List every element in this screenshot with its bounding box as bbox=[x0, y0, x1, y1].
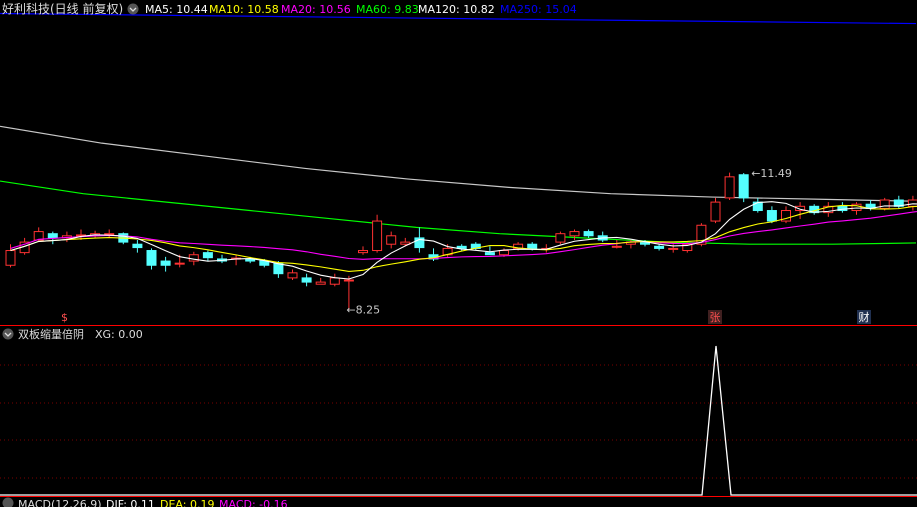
candle-body bbox=[287, 272, 298, 279]
candle-body bbox=[47, 233, 58, 239]
candle-body bbox=[372, 220, 383, 252]
event-cai-label: 财 bbox=[859, 310, 870, 324]
candle-body bbox=[499, 250, 509, 256]
candle-body bbox=[104, 233, 115, 236]
indicator-value: XG: 0.00 bbox=[95, 328, 143, 341]
ma120-line bbox=[0, 125, 917, 202]
candle-body bbox=[611, 245, 622, 248]
candle-body bbox=[766, 210, 777, 222]
ma-legend-4: MA120: 10.82 bbox=[418, 3, 495, 16]
stock-title: 好利科技(日线 前复权) bbox=[2, 1, 123, 16]
candle-body bbox=[710, 201, 721, 222]
indicator-dropdown-icon[interactable] bbox=[2, 328, 14, 340]
ma-legend-0: MA5: 10.44 bbox=[145, 3, 208, 16]
candle-body bbox=[315, 281, 326, 285]
macd-dea: DEA: 0.19 bbox=[160, 498, 214, 507]
candle-body bbox=[752, 201, 763, 212]
indicator-title: 双板缩量倍阴 bbox=[18, 327, 84, 341]
candle-body bbox=[738, 174, 749, 199]
candle-body bbox=[132, 243, 143, 249]
candle-body bbox=[569, 231, 580, 237]
candle-body bbox=[527, 243, 538, 249]
high-price-label: ←11.49 bbox=[751, 167, 792, 180]
candle-body bbox=[146, 250, 157, 266]
macd-dropdown-icon[interactable] bbox=[2, 497, 14, 507]
ma-legend-2: MA20: 10.56 bbox=[281, 3, 351, 16]
event-zhang-label: 张 bbox=[710, 311, 721, 324]
candle-body bbox=[329, 277, 340, 285]
candle-body bbox=[907, 199, 917, 207]
candle-body bbox=[5, 250, 16, 266]
macd-value: MACD: -0.16 bbox=[219, 498, 288, 507]
candle-body bbox=[202, 252, 213, 259]
candle-body bbox=[583, 231, 594, 237]
stock-chart: ←8.25 ←11.49 好利科技(日线 前复权) MA5: 10.44 MA10: 1… bbox=[0, 1, 917, 507]
xg-signal-line bbox=[0, 345, 917, 496]
candle-body bbox=[654, 245, 665, 249]
candle-body bbox=[160, 260, 171, 266]
candle-body bbox=[484, 252, 495, 256]
ma-legend-1: MA10: 10.58 bbox=[209, 3, 279, 16]
candle-body bbox=[879, 199, 890, 209]
low-price-label: ←8.25 bbox=[346, 303, 380, 316]
dropdown-icon[interactable] bbox=[127, 3, 139, 15]
candle-body bbox=[174, 262, 185, 265]
ma60-line bbox=[0, 180, 917, 245]
ma-legend-5: MA250: 15.04 bbox=[500, 3, 577, 16]
candle-body bbox=[555, 233, 566, 243]
candle-body bbox=[343, 279, 354, 282]
candle-body bbox=[668, 247, 679, 250]
candle-body bbox=[386, 235, 397, 245]
candle-body bbox=[358, 250, 368, 254]
ma-legend-3: MA60: 9.83 bbox=[356, 3, 419, 16]
event-dollar-icon: $ bbox=[61, 311, 68, 324]
candle-body bbox=[724, 176, 735, 199]
macd-dif: DIF: 0.11 bbox=[106, 498, 155, 507]
macd-title: MACD(12,26,9) bbox=[18, 498, 102, 507]
candle-body bbox=[301, 277, 312, 283]
